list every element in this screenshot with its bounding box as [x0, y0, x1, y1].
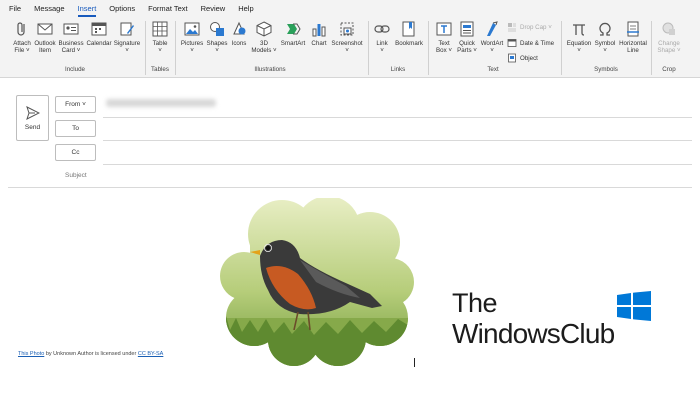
bookmark-button[interactable]: Bookmark	[394, 20, 424, 47]
signature-icon	[120, 22, 134, 36]
cc-field[interactable]	[103, 164, 692, 165]
group-label-include: Include	[65, 66, 85, 73]
text-caret	[414, 358, 415, 367]
equation-button[interactable]: Equation ˅	[565, 20, 593, 54]
group-label-symbols: Symbols	[594, 66, 618, 73]
bar-chart-icon	[312, 24, 326, 37]
smartart-icon	[287, 23, 301, 35]
from-button[interactable]: From ˅	[55, 96, 96, 113]
pi-icon	[573, 24, 585, 36]
smartart-button[interactable]: SmartArt	[280, 20, 306, 47]
menu-format-text[interactable]: Format Text	[148, 0, 187, 18]
cc-button[interactable]: Cc	[55, 144, 96, 161]
group-label-links: Links	[390, 66, 406, 73]
ribbon: Attach File ˅ Outlook Item Business Card…	[0, 18, 700, 78]
text-box-button[interactable]: Text Box ˅	[433, 20, 455, 54]
from-address	[106, 99, 216, 107]
ribbon-separator	[368, 21, 369, 75]
object-icon	[508, 53, 516, 63]
menu-insert[interactable]: Insert	[77, 0, 96, 18]
menu-message[interactable]: Message	[34, 0, 64, 18]
signature-button[interactable]: Signature ˅	[113, 20, 141, 54]
quick-parts-button[interactable]: Quick Parts ˅	[455, 20, 479, 54]
3d-models-button[interactable]: 3D Models ˅	[251, 20, 277, 54]
group-label-tables: Tables	[151, 66, 169, 73]
subject-field[interactable]: Subject	[65, 172, 87, 179]
send-icon	[25, 105, 40, 120]
from-divider	[103, 117, 692, 118]
screenshot-button[interactable]: Screenshot ˅	[331, 20, 363, 54]
shapes-icon	[210, 22, 224, 36]
menu-options[interactable]: Options	[109, 0, 135, 18]
menu-file[interactable]: File	[9, 0, 21, 18]
screenshot-icon	[340, 22, 354, 36]
this-photo-link[interactable]: This Photo	[18, 351, 44, 357]
photo-credit: This Photo by Unknown Author is licensed…	[18, 351, 164, 357]
icons-icon	[233, 21, 246, 35]
business-card-icon	[63, 23, 79, 35]
group-label-text: Text	[487, 66, 499, 73]
menu-review[interactable]: Review	[201, 0, 226, 18]
quick-parts-icon	[460, 21, 474, 37]
pictures-button[interactable]: Pictures ˅	[179, 20, 205, 54]
send-button[interactable]: Send	[16, 95, 49, 141]
wordart-icon	[487, 21, 498, 36]
icons-button[interactable]: Icons	[229, 20, 249, 47]
horizontal-line-button[interactable]: Horizontal Line	[617, 20, 649, 54]
to-button[interactable]: To	[55, 120, 96, 137]
change-shape-button[interactable]: Change Shape ˅	[655, 20, 683, 54]
object-button[interactable]: Object	[507, 53, 538, 63]
text-box-icon	[436, 22, 452, 36]
omega-icon	[599, 22, 611, 36]
drop-cap-button[interactable]: Drop Cap ˅	[507, 22, 552, 32]
wordart-button[interactable]: WordArt ˅	[479, 20, 505, 54]
business-card-button[interactable]: Business Card ˅	[58, 20, 84, 54]
change-shape-icon	[662, 22, 675, 35]
ribbon-separator	[428, 21, 429, 75]
attach-file-button[interactable]: Attach File ˅	[9, 20, 35, 54]
ribbon-separator	[561, 21, 562, 75]
table-button[interactable]: Table ˅	[149, 20, 171, 54]
calendar-clock-icon	[507, 39, 517, 47]
cube-icon	[256, 21, 272, 37]
outlook-item-button[interactable]: Outlook Item	[33, 20, 57, 54]
watermark-the: The	[452, 288, 498, 318]
shapes-button[interactable]: Shapes ˅	[205, 20, 229, 54]
horizontal-line-icon	[627, 21, 639, 37]
ribbon-separator	[175, 21, 176, 75]
link-button[interactable]: Link ˅	[372, 20, 392, 54]
ribbon-separator	[651, 21, 652, 75]
menu-bar: File Message Insert Options Format Text …	[0, 0, 700, 18]
calendar-icon	[91, 22, 107, 36]
bookmark-icon	[402, 21, 415, 37]
symbol-button[interactable]: Symbol ˅	[593, 20, 617, 54]
link-icon	[374, 25, 390, 33]
menu-help[interactable]: Help	[238, 0, 253, 18]
windows-logo-icon	[617, 291, 651, 321]
robin-photo[interactable]	[220, 198, 416, 368]
calendar-button[interactable]: Calendar	[86, 20, 112, 47]
drop-cap-icon	[508, 23, 516, 32]
group-label-crop: Crop	[662, 66, 676, 73]
date-time-button[interactable]: Date & Time	[507, 38, 554, 48]
to-field[interactable]	[103, 140, 692, 141]
picture-icon	[184, 22, 200, 36]
watermark-windowsclub: WindowsClub	[452, 318, 615, 349]
envelope-icon	[37, 23, 53, 35]
chart-button[interactable]: Chart	[308, 20, 330, 47]
subject-divider	[8, 187, 692, 188]
license-link[interactable]: CC BY-SA	[138, 351, 163, 357]
compose-header: Send From ˅ To Cc Subject	[8, 88, 692, 188]
group-label-illustrations: Illustrations	[254, 66, 286, 73]
paperclip-icon	[17, 22, 25, 36]
table-icon	[152, 21, 168, 37]
